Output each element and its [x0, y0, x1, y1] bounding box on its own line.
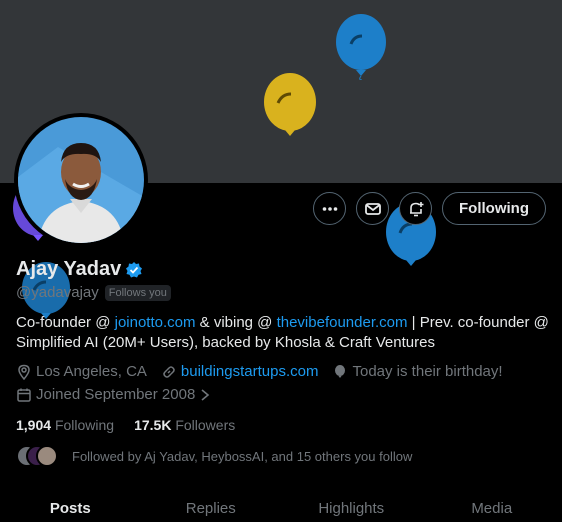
following-button[interactable]: Following — [442, 192, 546, 225]
profile-name-row: Ajay Yadav — [16, 258, 143, 281]
bell-plus-icon — [409, 201, 424, 216]
profile-bio: Co-founder @ joinotto.com & vibing @ the… — [16, 313, 551, 353]
joined-row: Joined September 2008 — [16, 386, 219, 403]
avatar-photo — [18, 117, 144, 243]
profile-handle-row: @yadavajay Follows you — [16, 284, 171, 301]
more-icon — [322, 206, 337, 211]
message-button[interactable] — [356, 192, 390, 225]
profile-name: Ajay Yadav — [16, 258, 122, 280]
bio-text: & vibing @ — [195, 314, 277, 331]
followed-by-text: Followed by Aj Yadav, HeybossAI, and 15 … — [72, 448, 413, 464]
tab-posts[interactable]: Posts — [0, 488, 141, 522]
envelope-icon — [364, 202, 381, 215]
bio-link-joinotto[interactable]: joinotto.com — [115, 314, 196, 331]
avatar[interactable] — [14, 113, 148, 247]
location-pin-icon — [18, 364, 30, 380]
profile-handle: @yadavajay — [16, 284, 99, 301]
birthday-item: Today is their birthday! — [332, 363, 503, 380]
follower-avatars — [16, 445, 58, 467]
joined-text: Joined September 2008 — [36, 386, 196, 403]
location-text: Los Angeles, CA — [36, 363, 147, 380]
tab-replies[interactable]: Replies — [141, 488, 282, 522]
balloon-blue-top — [336, 14, 386, 80]
tab-media[interactable]: Media — [422, 488, 562, 522]
bio-text: Co-founder @ — [16, 314, 115, 331]
followed-by-row[interactable]: Followed by Aj Yadav, HeybossAI, and 15 … — [16, 445, 412, 467]
balloon-icon — [335, 364, 346, 378]
follow-counts: 1,904 Following 17.5K Followers — [16, 417, 235, 433]
calendar-icon — [17, 388, 31, 402]
verified-badge-icon — [126, 261, 143, 277]
balloon-yellow — [264, 73, 316, 136]
followers-label: Followers — [175, 417, 236, 433]
more-button[interactable] — [313, 192, 347, 225]
following-count-link[interactable]: 1,904 Following — [16, 417, 114, 433]
chevron-right-icon — [201, 388, 210, 401]
following-label: Following — [54, 417, 115, 433]
bio-link-thevibefounder[interactable]: thevibefounder.com — [277, 314, 408, 331]
joined-item[interactable]: Joined September 2008 — [16, 386, 211, 403]
tab-highlights[interactable]: Highlights — [281, 488, 422, 522]
link-icon — [163, 365, 175, 378]
profile-tabs: Posts Replies Highlights Media — [0, 488, 562, 522]
birthday-text: Today is their birthday! — [352, 363, 503, 380]
profile-meta-row: Los Angeles, CA buildingstartups.com Tod… — [16, 363, 511, 380]
followers-count: 17.5K — [134, 417, 172, 433]
location-item: Los Angeles, CA — [16, 363, 147, 380]
website-item: buildingstartups.com — [161, 363, 319, 380]
followers-count-link[interactable]: 17.5K Followers — [134, 417, 235, 433]
follower-avatar — [36, 445, 58, 467]
website-link[interactable]: buildingstartups.com — [181, 363, 319, 380]
notify-button[interactable] — [399, 192, 433, 225]
follows-you-badge: Follows you — [104, 284, 171, 301]
following-count: 1,904 — [16, 417, 52, 433]
profile-actions: Following — [313, 192, 546, 225]
